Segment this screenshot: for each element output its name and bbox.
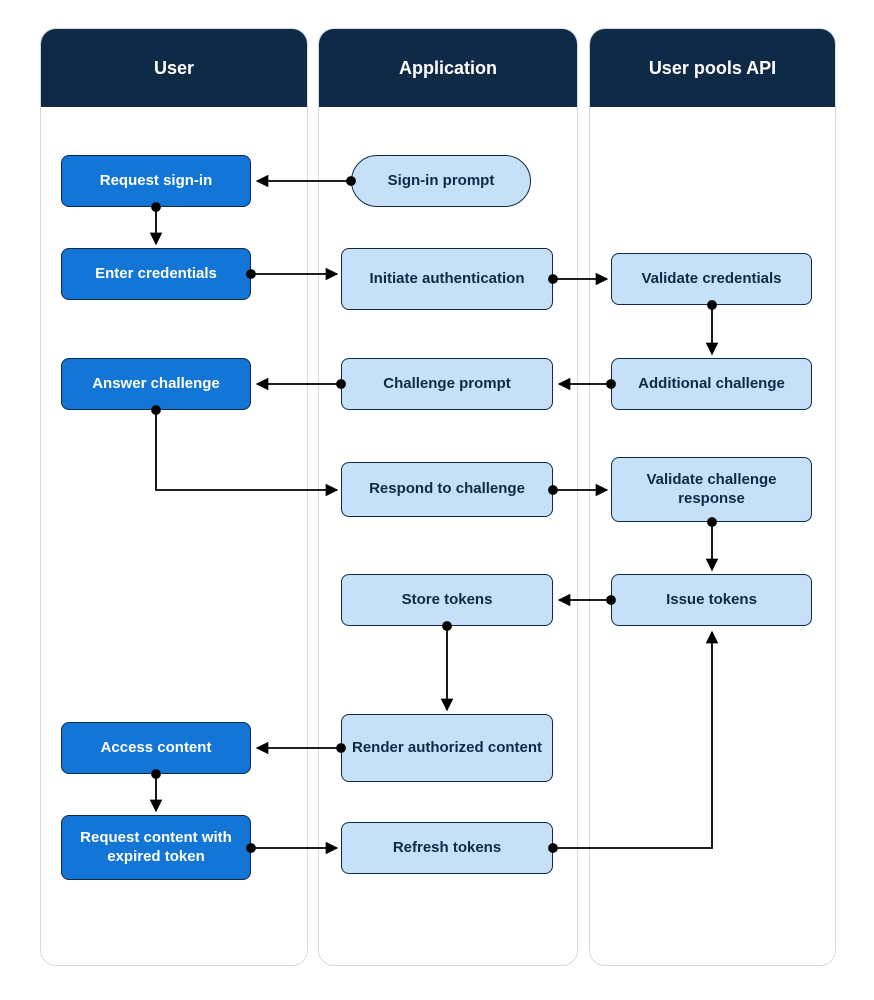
- flow-diagram: User Application User pools API Request …: [0, 0, 874, 1000]
- node-additional-challenge: Additional challenge: [611, 358, 812, 410]
- node-issue-tokens: Issue tokens: [611, 574, 812, 626]
- lane-api-header: User pools API: [590, 29, 835, 107]
- node-enter-credentials: Enter credentials: [61, 248, 251, 300]
- node-request-signin: Request sign-in: [61, 155, 251, 207]
- node-validate-credentials: Validate credentials: [611, 253, 812, 305]
- node-initiate-auth: Initiate authentication: [341, 248, 553, 310]
- node-render-authorized: Render authorized content: [341, 714, 553, 782]
- node-refresh-tokens: Refresh tokens: [341, 822, 553, 874]
- lane-user-header: User: [41, 29, 307, 107]
- node-signin-prompt: Sign-in prompt: [351, 155, 531, 207]
- node-request-expired: Request content with expired token: [61, 815, 251, 880]
- node-access-content: Access content: [61, 722, 251, 774]
- node-respond-challenge: Respond to challenge: [341, 462, 553, 517]
- lane-application-header: Application: [319, 29, 577, 107]
- node-store-tokens: Store tokens: [341, 574, 553, 626]
- node-validate-response: Validate challenge response: [611, 457, 812, 522]
- node-answer-challenge: Answer challenge: [61, 358, 251, 410]
- node-challenge-prompt: Challenge prompt: [341, 358, 553, 410]
